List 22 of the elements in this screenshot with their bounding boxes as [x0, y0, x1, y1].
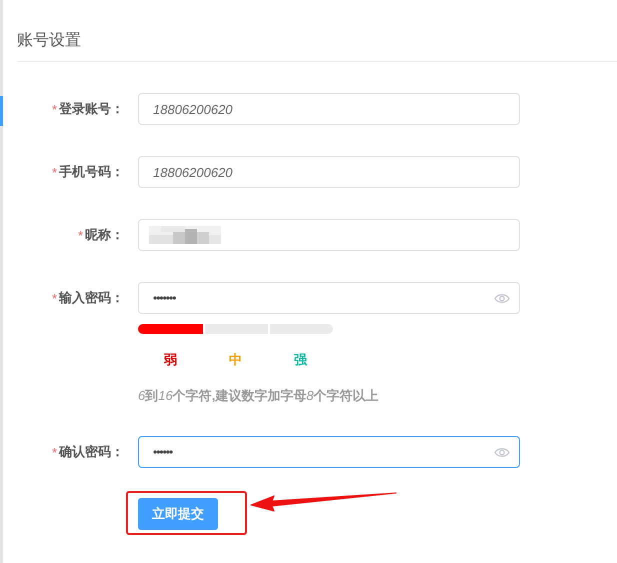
password-hint: 6到16个字符,建议数字加字母8个字符以上: [138, 387, 380, 405]
required-mark: *: [52, 290, 57, 306]
input-field[interactable]: ••••••: [138, 436, 520, 468]
strength-label: 弱: [163, 351, 178, 369]
input-field[interactable]: 18806200620: [138, 93, 520, 125]
eye-icon[interactable]: [494, 447, 510, 458]
strength-label: 强: [293, 351, 308, 369]
page-title: 账号设置: [17, 31, 82, 51]
field-label: 确认密码：: [59, 443, 124, 461]
field-label: 输入密码：: [59, 289, 124, 307]
eye-icon[interactable]: [494, 293, 510, 304]
input-field[interactable]: 18806200620: [138, 156, 520, 188]
strength-label: 中: [228, 351, 243, 369]
field-label: 登录账号：: [59, 100, 124, 118]
input-field[interactable]: •••••••: [138, 282, 520, 314]
required-mark: *: [78, 228, 83, 242]
field-label: 昵称：: [85, 226, 124, 244]
required-mark: *: [52, 102, 57, 116]
required-mark: *: [52, 164, 57, 180]
required-mark: *: [52, 444, 57, 460]
field-label: 手机号码：: [59, 163, 124, 181]
input-field[interactable]: [138, 219, 520, 251]
